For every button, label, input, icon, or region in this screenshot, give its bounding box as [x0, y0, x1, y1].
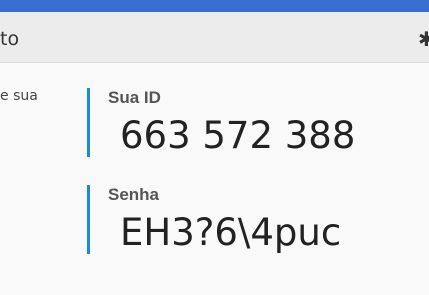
title-bar: to ✱ — [0, 12, 429, 63]
password-value[interactable]: EH3?6\4puc — [120, 211, 341, 255]
window-title: to — [0, 28, 20, 50]
id-field: Sua ID 663 572 388 — [87, 88, 355, 157]
id-value[interactable]: 663 572 388 — [120, 114, 355, 158]
password-field: Senha EH3?6\4puc — [87, 185, 341, 254]
gear-icon[interactable]: ✱ — [418, 27, 429, 51]
id-label: Sua ID — [108, 88, 161, 107]
top-accent-bar — [0, 0, 429, 12]
password-label: Senha — [108, 185, 160, 204]
instruction-text: e sua — [0, 88, 38, 104]
